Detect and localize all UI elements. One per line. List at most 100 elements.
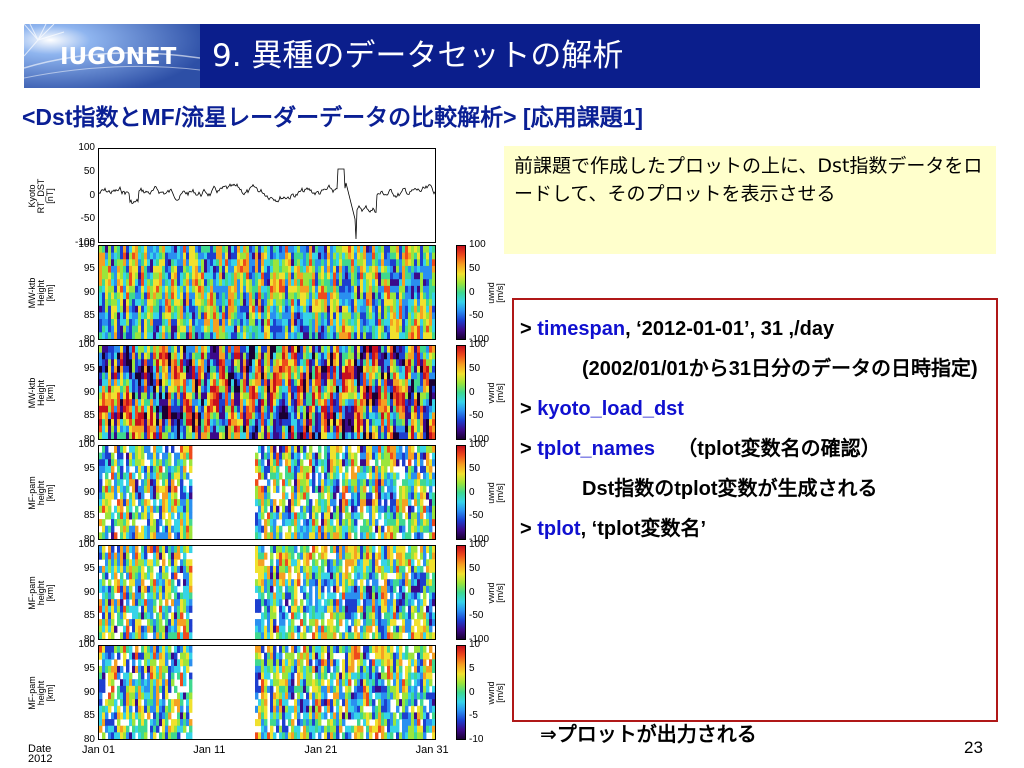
prompt-symbol: >	[520, 398, 532, 420]
slide-subtitle: <Dst指数とMF/流星レーダーデータの比較解析> [応用課題1]	[22, 104, 644, 130]
panel-ylabel: MF-pam height [km]	[27, 575, 55, 610]
tplot-figure: Kyoto RT_DST [nT] 100 50 0 -50 -100 MW-ktb Hei…	[24, 140, 520, 768]
colorbar	[456, 245, 466, 340]
result-text: ⇒プロットが出力される	[540, 722, 757, 746]
plot-area	[98, 445, 436, 540]
y-tick-label: 100	[78, 639, 95, 650]
colorbar-tick-label: 0	[469, 686, 475, 698]
plot-area	[98, 345, 436, 440]
command-kyoto-load-dst: > kyoto_load_dst	[520, 394, 992, 424]
prompt-symbol: >	[520, 518, 532, 540]
panel-ylabel: MW-ktb Height [km]	[27, 277, 55, 308]
colorbar-tick-label: -10	[469, 734, 484, 745]
y-tick-label: 90	[83, 286, 95, 298]
colorbar-tick-label: 0	[469, 586, 475, 598]
plot-area	[98, 245, 436, 340]
y-tick-label: 50	[83, 165, 95, 177]
colorbar	[456, 345, 466, 440]
command-comment: （tplot変数名の確認）	[677, 438, 881, 460]
command-name: tplot_names	[537, 438, 656, 460]
colorbar-tick-label: 50	[469, 462, 481, 474]
y-tick-label: 100	[78, 239, 95, 250]
y-tick-label: 85	[83, 710, 95, 722]
y-tick-label: 85	[83, 610, 95, 622]
colorbar	[456, 545, 466, 640]
y-tick-label: 95	[83, 262, 95, 274]
command-comment: (2002/01/01から31日分のデータの日時指定)	[582, 358, 978, 380]
y-tick-label: 95	[83, 562, 95, 574]
y-tick-label: 100	[78, 439, 95, 450]
plot-area	[98, 545, 436, 640]
x-tick-label: Jan 01	[82, 744, 116, 756]
colorbar-tick-label: 100	[469, 439, 486, 450]
prompt-symbol: >	[520, 438, 532, 460]
wind-spectrogram	[99, 346, 436, 440]
y-tick-label: -50	[80, 213, 95, 225]
page-number: 23	[964, 738, 983, 757]
command-args: , ‘tplot変数名’	[580, 518, 707, 540]
colorbar-label: uwnd [m/s]	[486, 281, 505, 304]
task-note: 前課題で作成したプロットの上に、Dst指数データをロードして、そのプロットを表示…	[504, 146, 996, 254]
y-tick-label: 85	[83, 410, 95, 422]
dst-trace	[98, 168, 436, 240]
colorbar-tick-label: 0	[469, 286, 475, 298]
colorbar-tick-label: 50	[469, 562, 481, 574]
x-axis-label: Date 2012	[28, 743, 53, 765]
prompt-symbol: >	[520, 318, 532, 340]
colorbar-tick-label: 100	[469, 339, 486, 350]
x-tick-label: Jan 21	[304, 744, 338, 756]
y-tick-label: 100	[78, 142, 95, 153]
panel-ylabel: MF-pam height [km]	[27, 675, 55, 710]
colorbar-tick-label: -50	[469, 510, 484, 522]
plot-area	[98, 148, 436, 243]
command-tplot: > tplot, ‘tplot変数名’	[520, 514, 992, 544]
y-tick-label: 90	[83, 686, 95, 698]
wind-spectrogram	[99, 546, 436, 640]
command-tplot-names: > tplot_names （tplot変数名の確認）	[520, 434, 992, 464]
logo-text: IUGONET	[60, 44, 177, 70]
panel-ylabel: MF-pam height [km]	[27, 475, 55, 510]
command-name: timespan	[537, 318, 626, 340]
colorbar-label: vwnd [m/s]	[486, 382, 505, 404]
colorbar-label: uwnd [m/s]	[486, 481, 505, 504]
colorbar-tick-label: 0	[469, 386, 475, 398]
colorbar-tick-label: 100	[469, 539, 486, 550]
command-box: > timespan, ‘2012-01-01’, 31 ,/day (2002…	[512, 298, 998, 722]
colorbar-tick-label: 5	[469, 662, 475, 674]
plot-area	[98, 645, 436, 740]
x-tick-label: Jan 31	[415, 744, 449, 756]
colorbar-tick-label: 50	[469, 362, 481, 374]
y-tick-label: 85	[83, 310, 95, 322]
panel-ylabel: Kyoto RT_DST [nT]	[27, 178, 55, 213]
wind-spectrogram	[99, 446, 436, 540]
colorbar-tick-label: 0	[469, 486, 475, 498]
panel-ylabel: MW-ktb Height [km]	[27, 377, 55, 408]
y-tick-label: 95	[83, 662, 95, 674]
command-name: kyoto_load_dst	[537, 398, 684, 420]
wind-spectrogram	[99, 246, 436, 340]
command-args: , ‘2012-01-01’, 31 ,/day	[625, 318, 835, 340]
colorbar	[456, 445, 466, 540]
y-tick-label: 90	[83, 486, 95, 498]
colorbar-tick-label: -5	[469, 710, 478, 722]
x-tick-label: Jan 11	[193, 744, 226, 756]
colorbar-tick-label: -50	[469, 310, 484, 322]
y-tick-label: 95	[83, 462, 95, 474]
colorbar	[456, 645, 466, 740]
colorbar-tick-label: -50	[469, 410, 484, 422]
colorbar-label: wwnd [m/s]	[486, 681, 505, 705]
command-name: tplot	[537, 518, 581, 540]
slide-title: 9. 異種のデータセットの解析	[212, 38, 624, 74]
colorbar-tick-label: 50	[469, 262, 481, 274]
wind-spectrogram	[99, 646, 436, 740]
command-comment: Dst指数のtplot変数が生成される	[582, 478, 878, 500]
dst-line-plot	[98, 168, 436, 240]
y-tick-label: 90	[83, 386, 95, 398]
y-tick-label: 95	[83, 362, 95, 374]
colorbar-tick-label: 10	[469, 639, 481, 650]
y-tick-label: 0	[89, 189, 95, 201]
iugonet-logo: IUGONET	[24, 24, 200, 88]
y-tick-label: 85	[83, 510, 95, 522]
colorbar-label: vwnd [m/s]	[486, 582, 505, 604]
y-tick-label: 90	[83, 586, 95, 598]
